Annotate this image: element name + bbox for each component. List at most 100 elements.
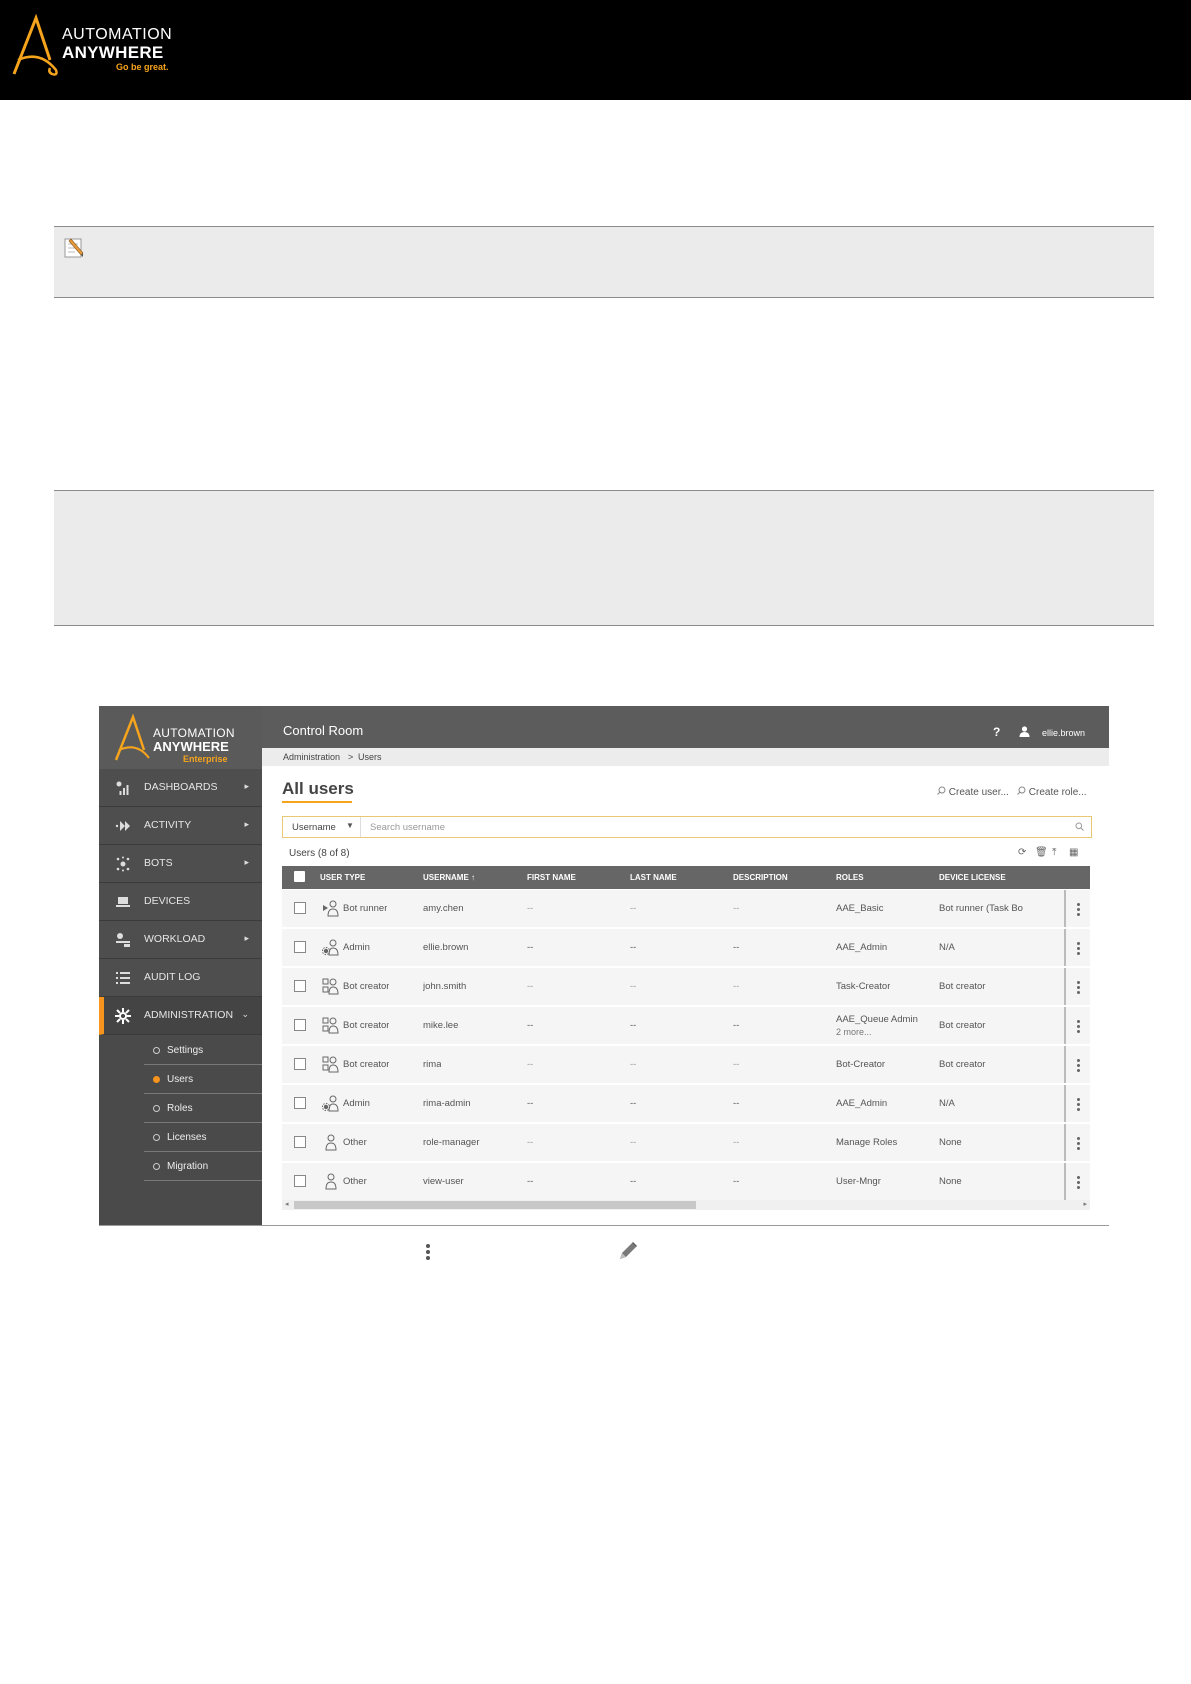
bullet-icon	[153, 1163, 160, 1170]
row-actions-menu[interactable]	[1064, 929, 1092, 966]
create-user-link[interactable]: Create user...	[937, 786, 1009, 798]
current-username[interactable]: ellie.brown	[1042, 728, 1085, 738]
chevron-right-icon: ▸	[244, 781, 249, 791]
column-header-first-name[interactable]: FIRST NAME	[527, 873, 576, 882]
delete-icon[interactable]: 🗑	[1035, 847, 1048, 858]
help-icon[interactable]: ?	[993, 725, 1000, 739]
scroll-left-icon[interactable]: ◂	[285, 1200, 289, 1208]
table-row[interactable]: Admin rima-admin -- -- -- AAE_Admin N/A	[282, 1085, 1090, 1124]
username[interactable]: rima	[423, 1059, 441, 1070]
logo-a-mark-icon	[114, 714, 150, 761]
device-license: None	[939, 1137, 962, 1148]
sidebar-subitem-label: Licenses	[167, 1132, 207, 1143]
search-field-select[interactable]: Username ▼	[283, 817, 361, 837]
column-header-roles[interactable]: ROLES	[836, 873, 864, 882]
note-box	[54, 226, 1154, 298]
description: --	[733, 1020, 740, 1031]
row-actions-menu[interactable]	[1064, 1007, 1092, 1044]
sidebar-subitem-migration[interactable]: Migration	[144, 1152, 262, 1181]
table-row[interactable]: Other view-user -- -- -- User-Mngr None	[282, 1163, 1090, 1202]
username[interactable]: rima-admin	[423, 1098, 471, 1109]
refresh-icon[interactable]: ⟳	[1018, 847, 1026, 858]
username[interactable]: view-user	[423, 1176, 464, 1187]
roles: AAE_Admin	[836, 1098, 888, 1109]
row-checkbox[interactable]	[294, 1136, 306, 1148]
row-actions-menu[interactable]	[1064, 1124, 1092, 1161]
breadcrumb-separator: >	[348, 752, 354, 762]
row-actions-menu[interactable]	[1064, 1163, 1092, 1200]
row-checkbox[interactable]	[294, 1175, 306, 1187]
row-checkbox[interactable]	[294, 980, 306, 992]
sidebar-subitem-users[interactable]: Users	[144, 1065, 262, 1094]
user-icon[interactable]	[1019, 726, 1030, 737]
select-all-checkbox[interactable]	[294, 871, 305, 882]
logo-tagline: Go be great.	[116, 62, 169, 72]
breadcrumb-parent[interactable]: Administration	[283, 752, 340, 762]
scrollbar-thumb[interactable]	[294, 1201, 696, 1209]
sidebar-subitem-roles[interactable]: Roles	[144, 1094, 262, 1123]
create-role-link[interactable]: Create role...	[1017, 786, 1087, 798]
column-header-description[interactable]: DESCRIPTION	[733, 873, 788, 882]
create-role-label: Create role...	[1028, 787, 1087, 798]
table-header: USER TYPE USERNAME ↑ FIRST NAME LAST NAM…	[282, 866, 1090, 889]
create-user-label: Create user...	[948, 787, 1009, 798]
dashboard-icon	[116, 781, 129, 795]
row-actions-menu[interactable]	[1064, 1046, 1092, 1083]
search-icon[interactable]	[1075, 822, 1084, 831]
sidebar-subitem-settings[interactable]: Settings	[144, 1036, 262, 1065]
column-header-last-name[interactable]: LAST NAME	[630, 873, 677, 882]
sidebar-item-label: DEVICES	[144, 895, 191, 907]
username[interactable]: ellie.brown	[423, 942, 468, 953]
search-input[interactable]: Search username	[370, 822, 445, 833]
sidebar-item-audit-log[interactable]: AUDIT LOG	[99, 959, 262, 997]
table-row[interactable]: Admin ellie.brown -- -- -- AAE_Admin N/A	[282, 929, 1090, 968]
automation-anywhere-logo: AUTOMATION ANYWHERE Go be great.	[10, 14, 190, 78]
sidebar-item-workload[interactable]: WORKLOAD ▸	[99, 921, 262, 959]
scroll-right-icon[interactable]: ▸	[1083, 1200, 1087, 1208]
row-checkbox[interactable]	[294, 1019, 306, 1031]
last-name: --	[630, 1176, 637, 1187]
bot-runner-icon	[323, 900, 339, 917]
sidebar-subitem-licenses[interactable]: Licenses	[144, 1123, 262, 1152]
description: --	[733, 903, 740, 914]
table-row[interactable]: Bot runner amy.chen -- -- -- AAE_Basic B…	[282, 890, 1090, 929]
column-header-user-type[interactable]: USER TYPE	[320, 873, 365, 882]
export-icon[interactable]: ⤒	[1052, 847, 1056, 858]
row-checkbox[interactable]	[294, 1097, 306, 1109]
columns-icon[interactable]: ▦	[1069, 847, 1078, 858]
last-name: --	[630, 1020, 637, 1031]
sidebar-item-bots[interactable]: BOTS ▸	[99, 845, 262, 883]
sidebar-item-administration[interactable]: ADMINISTRATION ⌄	[99, 997, 262, 1035]
horizontal-scrollbar[interactable]: ◂ ▸	[282, 1200, 1090, 1210]
row-actions-menu[interactable]	[1064, 968, 1092, 1005]
sidebar-item-dashboards[interactable]: DASHBOARDS ▸	[99, 769, 262, 807]
row-checkbox[interactable]	[294, 941, 306, 953]
logo-a-mark-icon	[12, 14, 58, 76]
device-license: Bot creator	[939, 1059, 986, 1070]
row-actions-menu[interactable]	[1064, 1085, 1092, 1122]
row-checkbox[interactable]	[294, 902, 306, 914]
table-row[interactable]: Bot creator rima -- -- -- Bot-Creator Bo…	[282, 1046, 1090, 1085]
last-name: --	[630, 1098, 637, 1109]
sidebar-item-activity[interactable]: ACTIVITY ▸	[99, 807, 262, 845]
description: --	[733, 1098, 740, 1109]
roles-more-link[interactable]: 2 more...	[836, 1026, 918, 1038]
search-field-value: Username	[292, 822, 336, 833]
row-checkbox[interactable]	[294, 1058, 306, 1070]
column-header-device-license[interactable]: DEVICE LICENSE	[939, 873, 1006, 882]
column-header-username[interactable]: USERNAME ↑	[423, 873, 475, 882]
sidebar-item-devices[interactable]: DEVICES	[99, 883, 262, 921]
table-row[interactable]: Other role-manager -- -- -- Manage Roles…	[282, 1124, 1090, 1163]
username[interactable]: amy.chen	[423, 903, 463, 914]
logo-line-2: ANYWHERE	[62, 43, 164, 62]
create-role-icon	[1017, 786, 1026, 795]
table-row[interactable]: Bot creator mike.lee -- -- -- AAE_Queue …	[282, 1007, 1090, 1046]
device-license: N/A	[939, 942, 955, 953]
username[interactable]: john.smith	[423, 981, 466, 992]
username[interactable]: role-manager	[423, 1137, 480, 1148]
sidebar-logo-line-2: ANYWHERE	[153, 739, 229, 754]
row-actions-menu[interactable]	[1064, 890, 1092, 927]
table-row[interactable]: Bot creator john.smith -- -- -- Task-Cre…	[282, 968, 1090, 1007]
bullet-icon	[153, 1076, 160, 1083]
username[interactable]: mike.lee	[423, 1020, 458, 1031]
